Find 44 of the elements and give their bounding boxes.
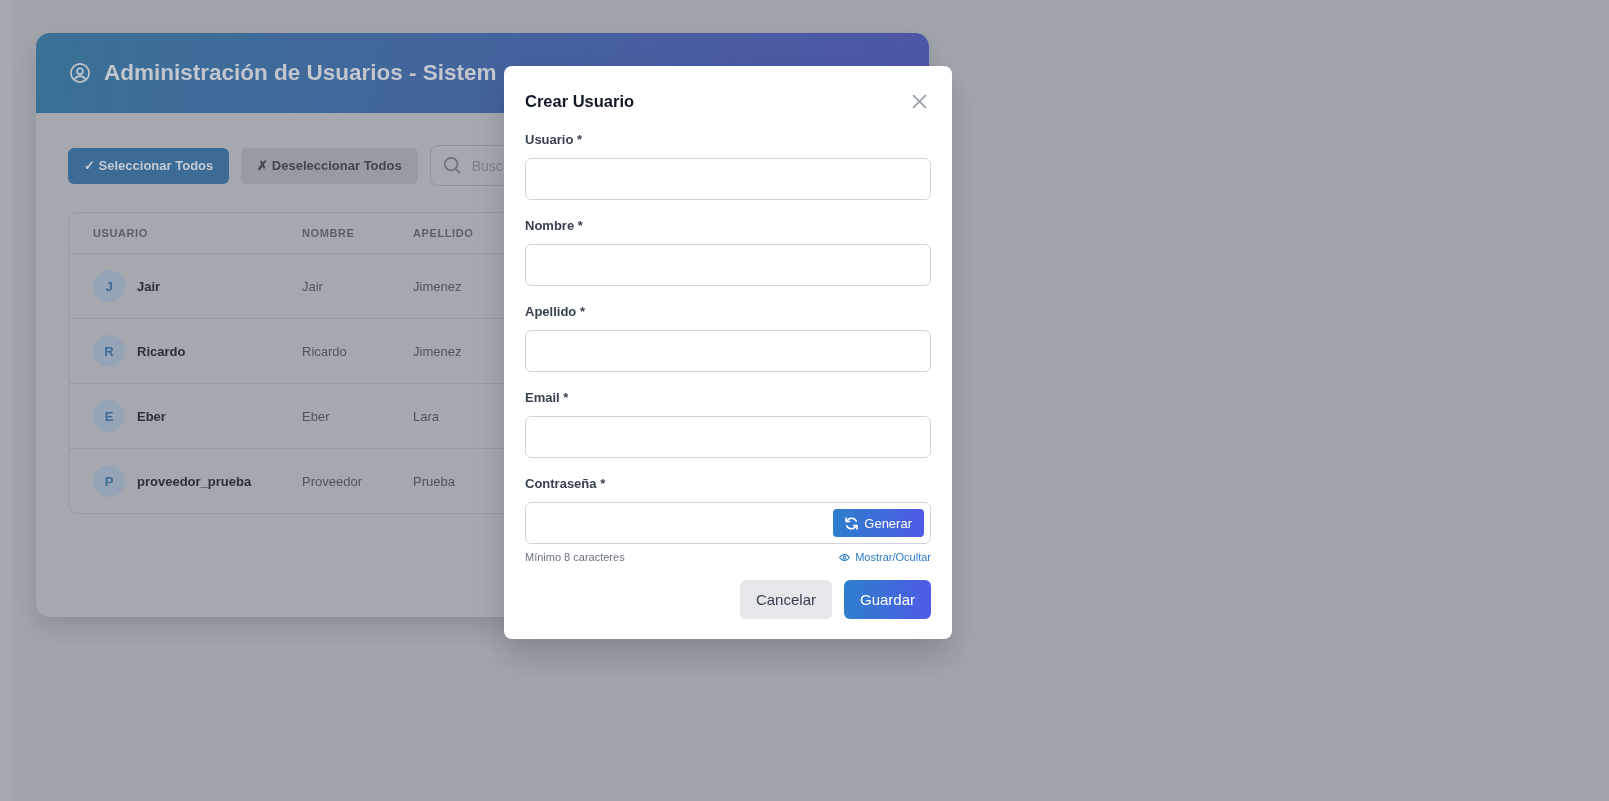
search-icon (443, 157, 461, 174)
user-avatar: P (93, 465, 125, 497)
username-cell: Eber (137, 408, 166, 424)
select-all-button[interactable]: ✓ Seleccionar Todos (68, 147, 230, 184)
field-label: Contraseña * (525, 475, 606, 493)
user-avatar: R (93, 335, 125, 367)
user-circle-icon (70, 63, 90, 83)
column-header: NOMBRE (302, 227, 355, 239)
table-cell: Prueba (413, 473, 455, 489)
modal-title: Crear Usuario (525, 91, 635, 111)
field-label: Nombre * (525, 217, 583, 235)
text-input-field[interactable] (525, 244, 931, 286)
table-cell: Jair (302, 278, 323, 294)
eye-icon (839, 553, 851, 561)
generate-button[interactable]: Generar (833, 509, 924, 537)
text-input-field[interactable] (525, 416, 931, 458)
deselect-all-button[interactable]: ✗ Deseleccionar Todos (241, 147, 418, 184)
table-cell: Jimenez (413, 278, 462, 294)
show-hide-link[interactable]: Mostrar/Ocultar (839, 551, 931, 563)
username-cell: Jair (137, 278, 161, 294)
user-avatar: E (93, 400, 125, 432)
field-label: Apellido * (525, 303, 585, 321)
table-cell: Jimenez (413, 343, 462, 359)
text-input-field[interactable] (525, 158, 931, 200)
table-cell: Lara (413, 408, 440, 424)
user-avatar: J (93, 270, 125, 302)
close-button[interactable] (912, 93, 927, 109)
close-icon (912, 93, 927, 109)
page-title: Administración de Usuarios - Sistem (104, 60, 497, 86)
username-cell: proveedor_prueba (137, 473, 252, 489)
text-input-field[interactable] (525, 330, 931, 372)
column-header: APELLIDO (413, 227, 474, 239)
table-cell: Proveedor (302, 473, 362, 489)
password-field[interactable]: Generar (525, 502, 931, 544)
table-cell: Ricardo (302, 343, 347, 359)
username-cell: Ricardo (137, 343, 186, 359)
table-cell: Eber (302, 408, 330, 424)
save-button[interactable]: Guardar (843, 580, 931, 619)
column-header: USUARIO (93, 227, 148, 239)
cancel-button[interactable]: Cancelar (739, 580, 832, 619)
refresh-icon (845, 516, 859, 530)
field-label: Usuario * (525, 131, 583, 149)
password-hint: Mínimo 8 caracteres (525, 551, 625, 563)
field-label: Email * (525, 389, 569, 407)
